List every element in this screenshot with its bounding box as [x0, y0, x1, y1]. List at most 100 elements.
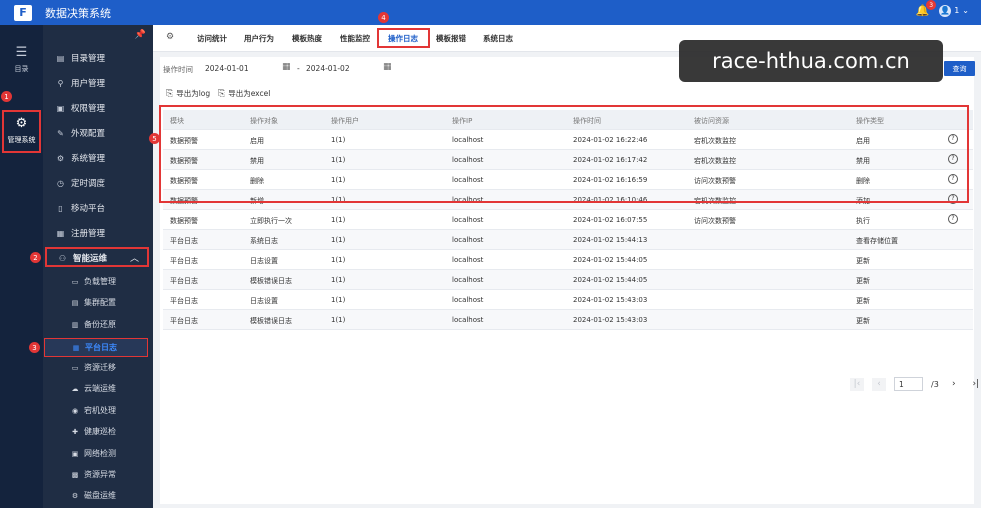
table-cell: 日志设置 — [250, 297, 278, 305]
annotation-marker-3: 3 — [29, 342, 40, 353]
calendar-icon[interactable]: ▦ — [282, 62, 291, 72]
rail-item-catalog[interactable]: ☰ 目录 — [0, 45, 43, 74]
table-cell: localhost — [452, 316, 484, 324]
table-row: 平台日志 日志设置 1(1) localhost 2024-01-02 15:44:05… — [163, 250, 973, 270]
sidebar-item-register[interactable]: ▦ 注册管理 — [56, 227, 106, 240]
sidebar-sub-network[interactable]: ▣ 网络检测 — [71, 448, 116, 459]
sidebar-item-mobile[interactable]: ▯ 移动平台 — [56, 202, 105, 215]
mobile-icon: ▯ — [58, 203, 63, 213]
sidebar-item-appearance[interactable]: ✎ 外观配置 — [56, 127, 106, 140]
query-button[interactable]: 查询 — [944, 61, 975, 76]
pin-icon[interactable]: 📌 — [135, 30, 146, 40]
sidebar-item-label: 注册管理 — [71, 229, 106, 239]
help-icon[interactable]: ? — [948, 194, 958, 204]
next-page-icon[interactable]: › — [947, 378, 961, 391]
table-cell: 执行 — [856, 217, 870, 225]
table-cell: 模板错误日志 — [250, 317, 292, 325]
end-date-input[interactable]: 2024-01-02 — [306, 64, 350, 73]
help-icon[interactable]: ? — [948, 174, 958, 184]
table-row: 平台日志 系统日志 1(1) localhost 2024-01-02 15:44:13… — [163, 230, 973, 250]
table-cell: 系统日志 — [250, 237, 278, 245]
sidebar-sub-cloud[interactable]: ☁ 云端运维 — [71, 383, 117, 394]
disk-icon: ⚙ — [71, 491, 79, 500]
ops-icon: ⚇ — [58, 253, 67, 263]
prev-page-icon[interactable]: ‹ — [872, 377, 886, 391]
tab-system-log[interactable]: 系统日志 — [483, 33, 513, 44]
rail-item-label: 管理系统 — [7, 136, 36, 144]
column-header: 操作类型 — [856, 117, 884, 125]
app-logo[interactable]: F — [14, 4, 32, 21]
user-icon: ⚲ — [57, 78, 64, 88]
calendar-icon[interactable]: ▦ — [383, 62, 392, 72]
start-date-input[interactable]: 2024-01-01 — [205, 64, 249, 73]
migrate-icon: ▭ — [71, 363, 79, 372]
table-cell: 日志设置 — [250, 257, 278, 265]
tab-template-heat[interactable]: 模板热度 — [292, 33, 322, 44]
table-cell: 2024-01-02 15:44:05 — [573, 276, 648, 284]
sidebar-item-system[interactable]: ⚙ 系统管理 — [56, 152, 105, 165]
page-input[interactable]: 1 — [894, 377, 923, 391]
tab-operation-log[interactable]: 操作日志 — [388, 33, 418, 44]
help-icon[interactable]: ? — [948, 134, 958, 144]
table-cell: 1(1) — [331, 236, 346, 244]
rail-item-management[interactable]: ⚙ 管理系统 — [2, 110, 41, 153]
sidebar-sub-backup[interactable]: ▥ 备份还原 — [71, 319, 116, 330]
sidebar-item-label: 用户管理 — [71, 79, 106, 89]
sidebar-sub-cluster[interactable]: ▤ 集群配置 — [71, 297, 116, 308]
user-label: 1 — [954, 6, 960, 15]
export-excel-button[interactable]: ⎘ 导出为excel — [218, 88, 270, 99]
settings-gear-icon[interactable]: ⚙ — [166, 32, 174, 42]
sidebar-sub-label: 备份还原 — [84, 320, 116, 329]
clock-icon: ◷ — [57, 178, 64, 188]
log-icon: ▦ — [72, 343, 80, 352]
export-log-label: 导出为log — [176, 89, 211, 98]
table-row: 数据预警 删除 1(1) localhost 2024-01-02 16:16:59 访问… — [163, 170, 973, 190]
sidebar-item-users[interactable]: ⚲ 用户管理 — [56, 77, 106, 90]
help-icon[interactable]: ? — [948, 214, 958, 224]
first-page-icon[interactable]: |‹ — [850, 377, 864, 391]
sidebar-item-schedule[interactable]: ◷ 定时调度 — [56, 177, 105, 190]
table-cell: 2024-01-02 16:22:46 — [573, 136, 648, 144]
sidebar-item-catalog[interactable]: ▤ 目录管理 — [56, 52, 105, 65]
sidebar-item-permissions[interactable]: ▣ 权限管理 — [56, 102, 106, 115]
table-cell: 平台日志 — [170, 317, 198, 325]
chevron-down-icon: ⌄ — [962, 6, 969, 15]
table-cell: localhost — [452, 296, 484, 304]
tab-performance[interactable]: 性能监控 — [340, 33, 370, 44]
sidebar-item-label: 权限管理 — [71, 104, 106, 114]
help-icon[interactable]: ? — [948, 154, 958, 164]
table-cell: 2024-01-02 15:43:03 — [573, 316, 648, 324]
tab-user-behavior[interactable]: 用户行为 — [244, 33, 274, 44]
table-cell: 2024-01-02 15:44:13 — [573, 236, 648, 244]
table-cell: 2024-01-02 16:10:46 — [573, 196, 648, 204]
user-menu[interactable]: 👤 1 ⌄ — [939, 4, 969, 17]
tab-template-errors[interactable]: 模板报错 — [436, 33, 466, 44]
backup-icon: ▥ — [71, 320, 79, 329]
annotation-marker-4: 4 — [378, 12, 389, 23]
tab-visit-stats[interactable]: 访问统计 — [197, 33, 227, 44]
sidebar-sub-resource[interactable]: ▩ 资源异常 — [71, 469, 116, 480]
table-cell: 宕机次数监控 — [694, 137, 736, 145]
sidebar-item-label: 外观配置 — [71, 129, 106, 139]
column-header: 操作IP — [452, 117, 473, 125]
sidebar-sub-label: 资源迁移 — [84, 363, 116, 372]
sidebar-group-ops[interactable]: ⚇ 智能运维 ︿ — [45, 247, 149, 267]
load-icon: ▭ — [71, 277, 79, 286]
table-cell: localhost — [452, 176, 484, 184]
last-page-icon[interactable]: ›| — [969, 378, 981, 391]
notification-bell-icon[interactable]: 🔔 3 — [916, 0, 937, 17]
sidebar-sub-crash[interactable]: ◉ 宕机处理 — [71, 405, 116, 416]
sidebar-sub-label: 集群配置 — [84, 298, 116, 307]
cluster-icon: ▤ — [71, 298, 79, 307]
table-cell: localhost — [452, 136, 484, 144]
sidebar-sub-load[interactable]: ▭ 负载管理 — [71, 276, 116, 287]
sidebar-sub-disk[interactable]: ⚙ 磁盘运维 — [71, 490, 116, 501]
table-cell: 平台日志 — [170, 277, 198, 285]
log-panel: 操作时间 2024-01-01 ▦ - 2024-01-02 ▦ 查询 ⎘ 导出为… — [160, 57, 979, 504]
sidebar-sub-migrate[interactable]: ▭ 资源迁移 — [71, 362, 116, 373]
table-header: 模块 操作对象 操作用户 操作IP 操作时间 被访问资源 操作类型 — [163, 110, 973, 130]
sidebar-sub-health[interactable]: ✚ 健康巡检 — [71, 426, 116, 437]
export-log-button[interactable]: ⎘ 导出为log — [166, 88, 210, 99]
sidebar-sub-platform-log[interactable]: ▦ 平台日志 — [44, 338, 148, 357]
appearance-icon: ✎ — [57, 128, 64, 138]
